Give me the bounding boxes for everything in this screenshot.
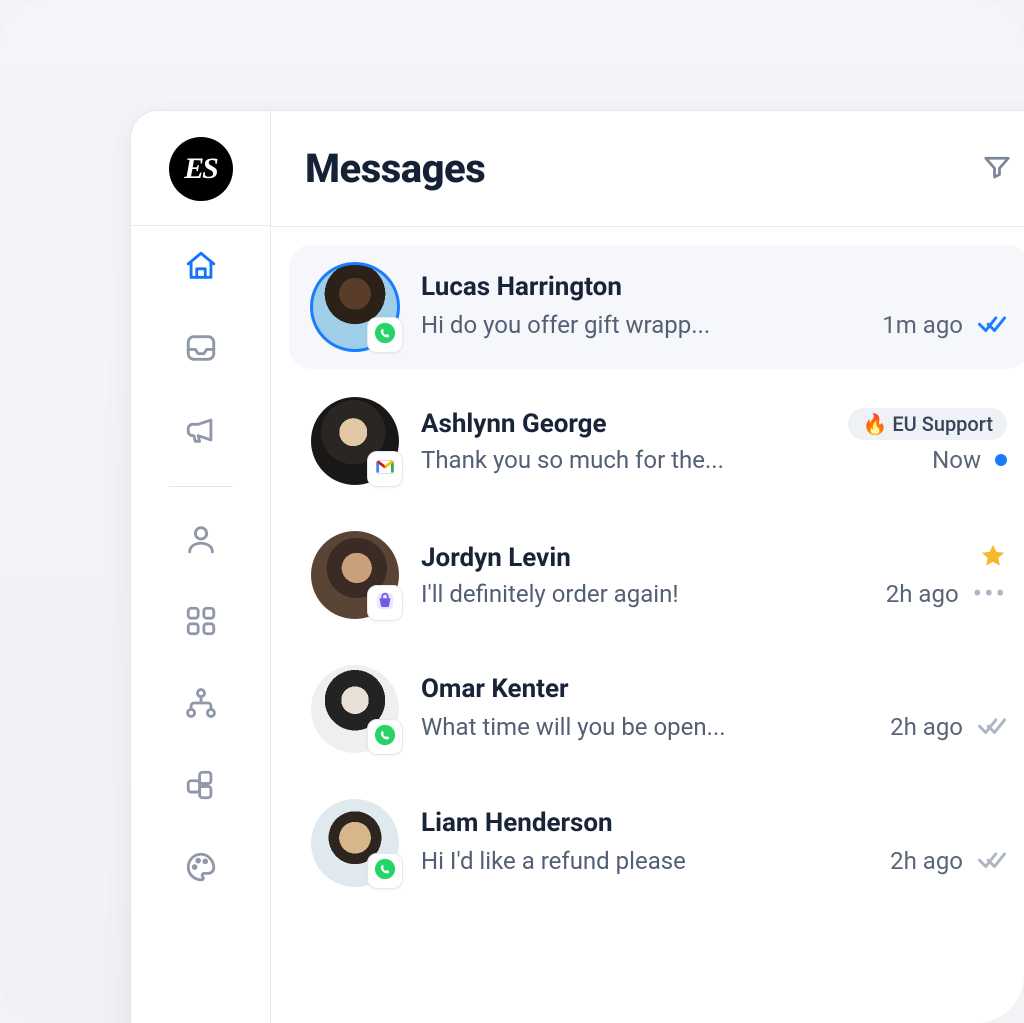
conversation-name: Ashlynn George: [421, 409, 607, 439]
grid-icon: [184, 604, 218, 642]
conversation-preview: Thank you so much for the...: [421, 446, 724, 474]
megaphone-icon: [184, 413, 218, 451]
delivered-icon: [977, 710, 1007, 744]
read-receipt-icon: [977, 308, 1007, 342]
whatsapp-icon: [374, 858, 396, 884]
conversation-name: Lucas Harrington: [421, 272, 622, 302]
conversation-time: Now: [932, 446, 981, 474]
conversation-time: 2h ago: [886, 580, 959, 608]
sidebar: ES: [131, 111, 271, 1023]
conversation-time: 1m ago: [882, 311, 963, 339]
delivered-icon: [977, 844, 1007, 878]
user-icon: [184, 522, 218, 560]
conversation-item[interactable]: Lucas Harrington Hi do you offer gift wr…: [289, 245, 1024, 369]
filter-icon: [982, 152, 1012, 186]
conversation-list: Lucas Harrington Hi do you offer gift wr…: [271, 227, 1024, 905]
divider: [169, 486, 233, 487]
conversation-name: Omar Kenter: [421, 674, 569, 704]
sidebar-nav: [131, 250, 270, 887]
divider: [131, 225, 270, 226]
page-title: Messages: [305, 145, 485, 192]
conversation-item[interactable]: Jordyn Levin I'll definitely order again…: [289, 513, 1024, 637]
gmail-icon: [374, 456, 396, 482]
star-icon: [979, 542, 1007, 574]
channel-badge: [367, 317, 403, 353]
main-panel: Messages: [271, 111, 1024, 1023]
sidebar-item-inbox[interactable]: [183, 332, 219, 368]
main-header: Messages: [271, 111, 1024, 227]
conversation-item[interactable]: Liam Henderson Hi I'd like a refund plea…: [289, 781, 1024, 905]
conversation-item[interactable]: Ashlynn George 🔥 EU Support Thank you so…: [289, 379, 1024, 503]
sidebar-item-home[interactable]: [183, 250, 219, 286]
whatsapp-icon: [374, 322, 396, 348]
whatsapp-icon: [374, 724, 396, 750]
conversation-time: 2h ago: [890, 713, 963, 741]
conversation-preview: What time will you be open...: [421, 713, 726, 741]
avatar: [311, 263, 399, 351]
palette-icon: [184, 850, 218, 888]
avatar: [311, 665, 399, 753]
hierarchy-icon: [184, 686, 218, 724]
avatar: [311, 799, 399, 887]
conversation-name: Liam Henderson: [421, 808, 613, 838]
conversation-preview: Hi do you offer gift wrapp...: [421, 311, 710, 339]
sidebar-item-campaigns[interactable]: [183, 414, 219, 450]
conversation-tag: 🔥 EU Support: [848, 408, 1007, 440]
avatar: [311, 531, 399, 619]
brand-logo[interactable]: ES: [169, 137, 233, 201]
blocks-icon: [184, 768, 218, 806]
conversation-preview: I'll definitely order again!: [421, 580, 679, 608]
home-icon: [184, 249, 218, 287]
conversation-preview: Hi I'd like a refund please: [421, 847, 686, 875]
channel-badge: [367, 853, 403, 889]
channel-badge: [367, 451, 403, 487]
sidebar-item-plugins[interactable]: [183, 769, 219, 805]
sidebar-item-contacts[interactable]: [183, 523, 219, 559]
avatar: [311, 397, 399, 485]
app-window: ES: [130, 110, 1024, 1023]
sidebar-item-apps[interactable]: [183, 605, 219, 641]
channel-badge: [367, 585, 403, 621]
conversation-item[interactable]: Omar Kenter What time will you be open..…: [289, 647, 1024, 771]
conversation-name: Jordyn Levin: [421, 543, 571, 573]
filter-button[interactable]: [977, 149, 1017, 189]
sidebar-item-appearance[interactable]: [183, 851, 219, 887]
inbox-icon: [184, 331, 218, 369]
sidebar-item-org[interactable]: [183, 687, 219, 723]
conversation-time: 2h ago: [890, 847, 963, 875]
store-icon: [374, 590, 396, 616]
unread-dot-icon: [995, 454, 1007, 466]
channel-badge: [367, 719, 403, 755]
